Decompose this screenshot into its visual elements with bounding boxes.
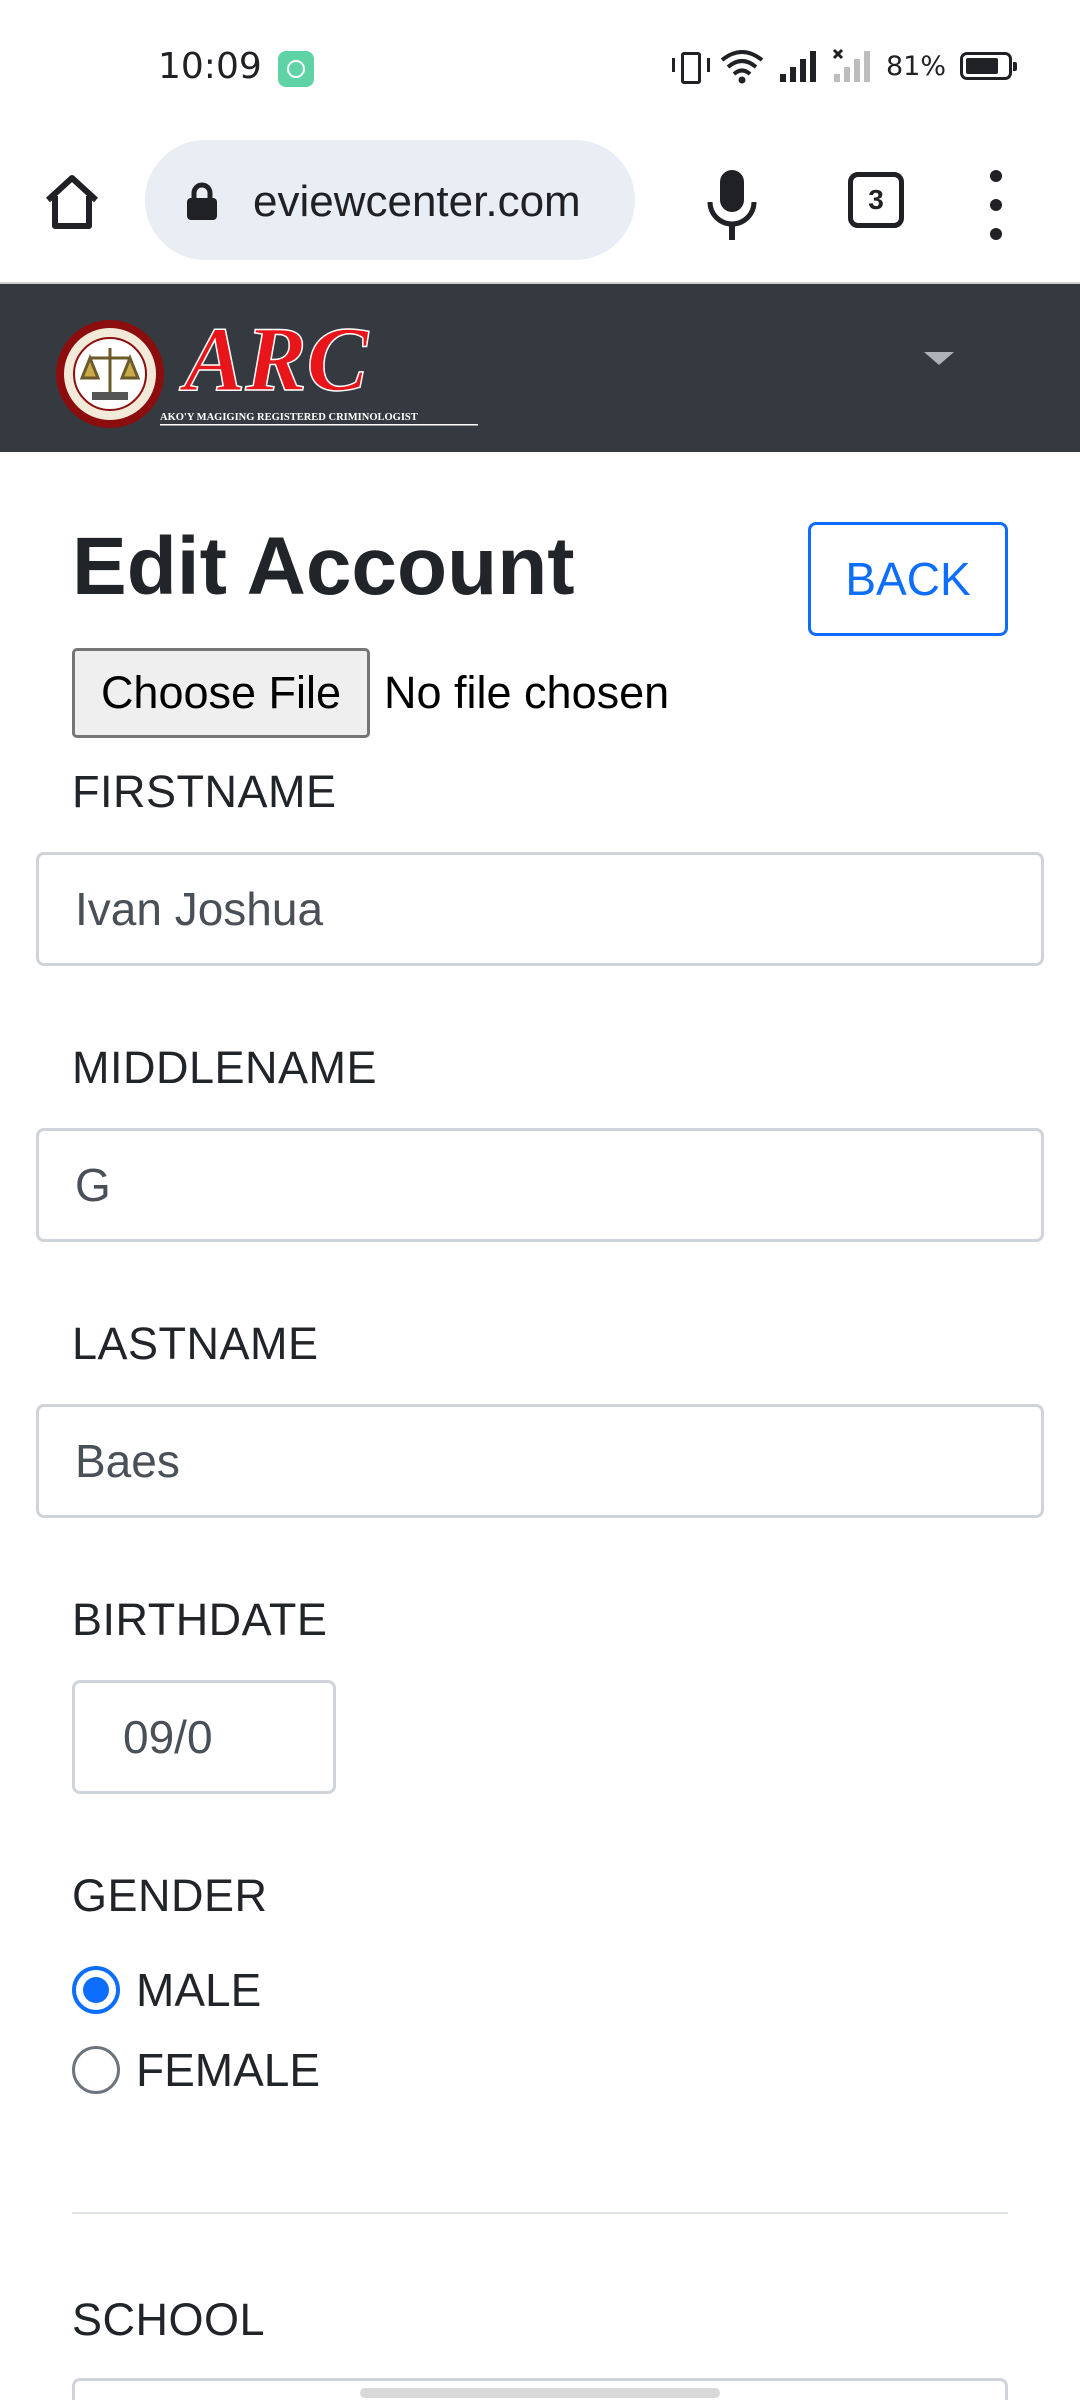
logo-text: ARC [179, 308, 370, 410]
middlename-input[interactable]: G [36, 1128, 1044, 1242]
birthdate-input[interactable]: 09/0 [72, 1680, 336, 1794]
signal-icon [779, 51, 816, 82]
status-icons: 81% [671, 44, 1017, 88]
back-button[interactable]: BACK [808, 522, 1008, 636]
wifi-icon [720, 50, 764, 84]
battery-icon [960, 52, 1017, 80]
home-icon[interactable] [40, 170, 104, 234]
gesture-navigation-bar[interactable] [360, 2388, 720, 2398]
site-navbar: ARC AKO'Y MAGIGING REGISTERED CRIMINOLOG… [0, 284, 1080, 452]
url-text[interactable]: eviewcenter.com [253, 177, 581, 227]
menu-dot [990, 228, 1002, 240]
browser-toolbar: eviewcenter.com 3 [0, 130, 1080, 284]
battery-level [966, 58, 999, 74]
middlename-label: MIDDLENAME [72, 1042, 378, 1093]
vibrate-icon [671, 48, 710, 84]
no-sim-signal-icon [832, 48, 870, 82]
choose-file-button[interactable]: Choose File [72, 648, 370, 738]
page-title: Edit Account [72, 521, 575, 612]
nav-dropdown-icon[interactable] [924, 352, 954, 365]
gender-option-female[interactable]: FEMALE [72, 2040, 320, 2100]
school-label: SCHOOL [72, 2294, 266, 2345]
status-time: 10:09 [158, 46, 262, 87]
mic-icon[interactable] [702, 168, 762, 244]
male-radio[interactable] [72, 1966, 120, 2014]
status-bar: 10:09 81% [0, 0, 1080, 130]
gender-label: GENDER [72, 1870, 268, 1921]
more-vert-icon[interactable] [978, 170, 1014, 240]
male-radio-label[interactable]: MALE [136, 1963, 261, 2017]
tabs-icon[interactable]: 3 [848, 172, 904, 228]
female-radio[interactable] [72, 2046, 120, 2094]
firstname-label: FIRSTNAME [72, 766, 337, 817]
logo-tagline: AKO'Y MAGIGING REGISTERED CRIMINOLOGIST [160, 412, 418, 423]
firstname-input[interactable]: Ivan Joshua [36, 852, 1044, 966]
birthdate-label: BIRTHDATE [72, 1594, 328, 1645]
address-bar[interactable]: eviewcenter.com [145, 140, 635, 260]
female-radio-label[interactable]: FEMALE [136, 2043, 320, 2097]
arc-logo[interactable]: ARC AKO'Y MAGIGING REGISTERED CRIMINOLOG… [52, 308, 484, 430]
menu-dot [990, 199, 1002, 211]
app-notification-icon [278, 51, 314, 87]
lastname-label: LASTNAME [72, 1318, 319, 1369]
lock-icon[interactable] [185, 182, 219, 222]
battery-percent: 81% [885, 50, 946, 82]
file-status-text: No file chosen [384, 667, 670, 718]
section-divider [72, 2212, 1008, 2214]
profile-photo-file-input: Choose File No file chosen [72, 648, 669, 738]
lastname-input[interactable]: Baes [36, 1404, 1044, 1518]
menu-dot [990, 170, 1002, 182]
gender-option-male[interactable]: MALE [72, 1960, 261, 2020]
